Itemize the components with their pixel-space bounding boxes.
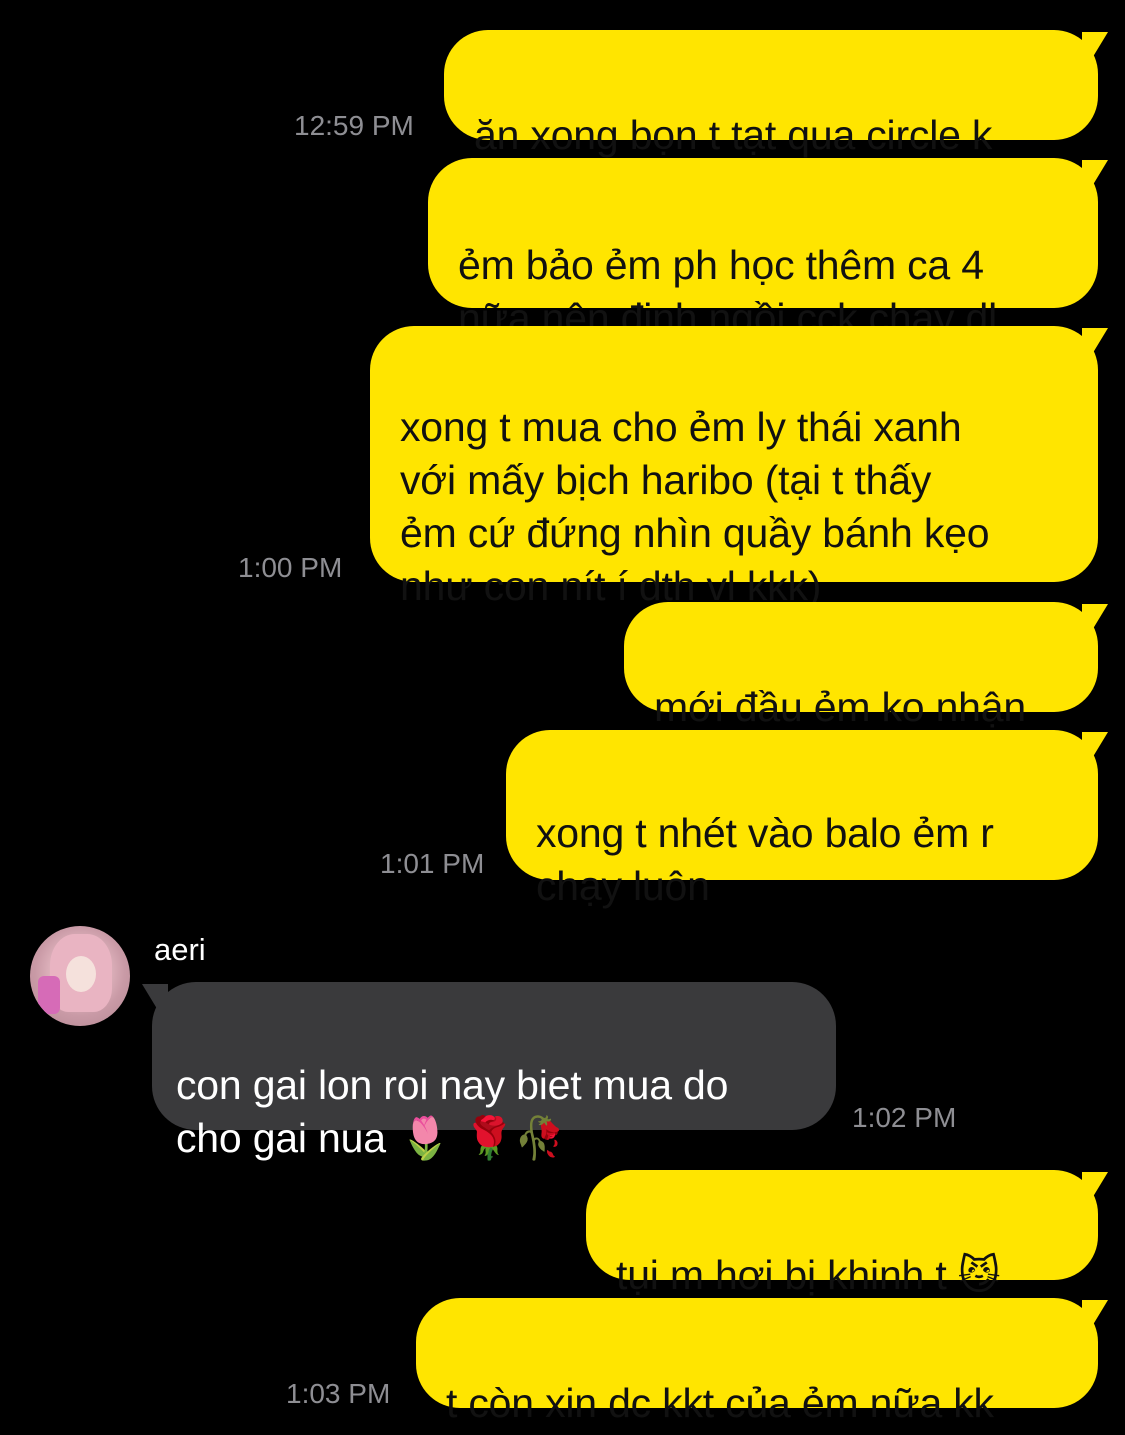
- bubble-tail: [1082, 160, 1108, 190]
- message-bubble-outgoing[interactable]: t còn xin dc kkt của ẻm nữa kk: [416, 1298, 1108, 1426]
- message-bubble-outgoing[interactable]: xong t mua cho ẻm ly thái xanh với mấy b…: [370, 326, 1108, 609]
- message-timestamp: 1:03 PM: [286, 1378, 391, 1409]
- message-bubble-outgoing[interactable]: ăn xong bọn t tạt qua circle k: [444, 30, 1108, 158]
- message-emoji: 🌷 🌹🥀: [399, 1114, 566, 1162]
- sender-name: aeri: [154, 932, 206, 967]
- bubble-tail: [142, 984, 168, 1014]
- message-timestamp: 1:01 PM: [380, 848, 485, 879]
- bubble-tail: [1082, 32, 1108, 62]
- message-text: t còn xin dc kkt của ẻm nữa kk: [446, 1380, 994, 1426]
- message-text: xong t nhét vào balo ẻm r chạy luôn: [536, 810, 994, 909]
- message-bubble-outgoing[interactable]: tụi m hơi bị khinh t 😼: [586, 1170, 1108, 1299]
- message-text: ăn xong bọn t tạt qua circle k: [474, 112, 993, 158]
- message-timestamp: 12:59 PM: [294, 110, 414, 141]
- message-text: mới đầu ẻm ko nhận: [654, 684, 1026, 730]
- message-bubble-outgoing[interactable]: xong t nhét vào balo ẻm r chạy luôn: [506, 730, 1108, 909]
- message-bubble-outgoing[interactable]: mới đầu ẻm ko nhận: [624, 602, 1108, 730]
- message-text: tụi m hơi bị khinh t: [616, 1252, 958, 1298]
- message-emoji: 😼: [957, 1251, 1001, 1299]
- bubble-tail: [1082, 1172, 1108, 1202]
- message-text: xong t mua cho ẻm ly thái xanh với mấy b…: [400, 404, 990, 609]
- sender-avatar[interactable]: [30, 926, 130, 1026]
- bubble-tail: [1082, 328, 1108, 358]
- avatar-phone-shape: [38, 976, 60, 1014]
- message-timestamp: 1:02 PM: [852, 1102, 957, 1133]
- message-bubble-outgoing[interactable]: ẻm bảo ẻm ph học thêm ca 4 nữa nên định …: [428, 158, 1108, 341]
- bubble-tail: [1082, 732, 1108, 762]
- avatar-face-shape: [66, 956, 96, 992]
- bubble-tail: [1082, 604, 1108, 634]
- bubble-tail: [1082, 1300, 1108, 1330]
- message-bubble-incoming[interactable]: con gai lon roi nay biet mua do cho gai …: [142, 982, 836, 1162]
- message-timestamp: 1:00 PM: [238, 552, 343, 583]
